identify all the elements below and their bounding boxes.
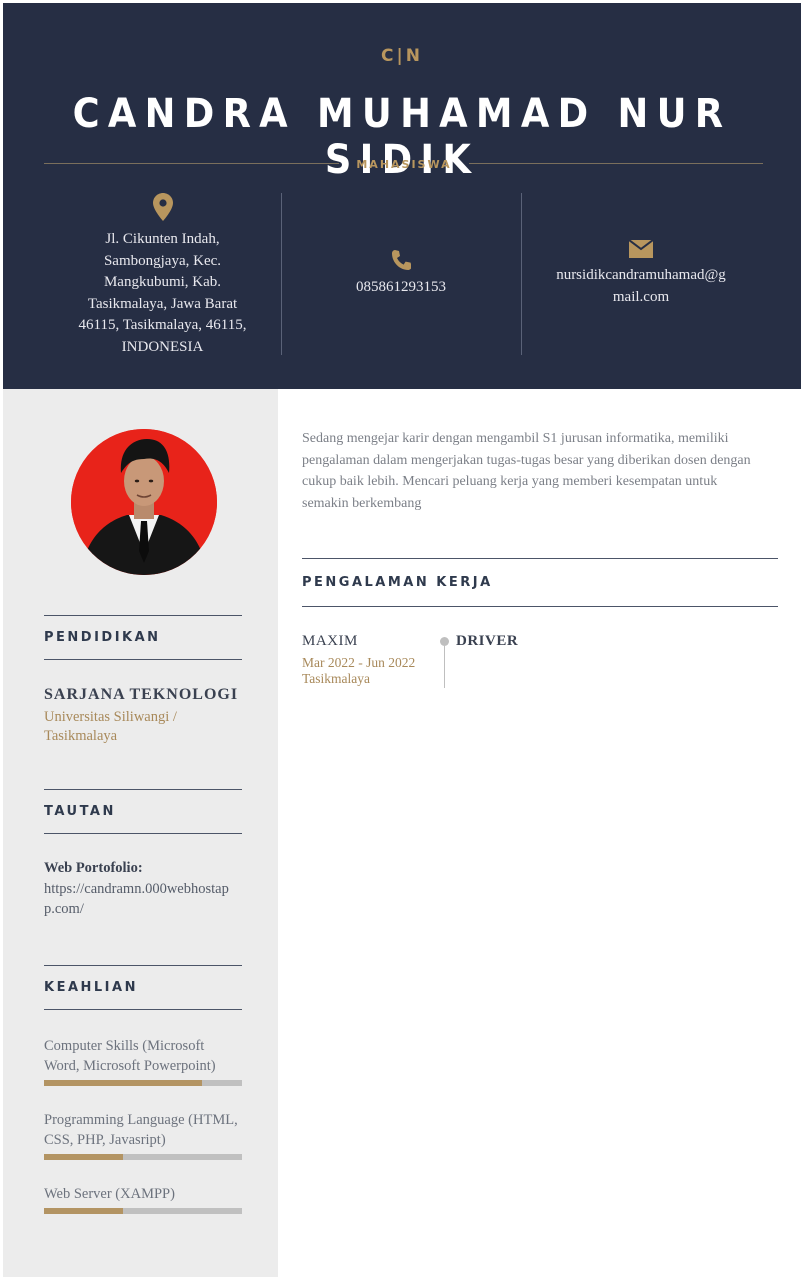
experience-role: DRIVER [456,633,519,649]
map-pin-icon [152,193,173,221]
summary-line: Sedang mengejar karir dengan mengambil S… [302,431,729,446]
phone-icon [392,250,411,270]
profile-summary: Sedang mengejar karir dengan mengambil S… [302,428,780,514]
email-line: nursidikcandramuhamad@g [556,267,726,283]
experience-dates: Mar 2022 - Jun 2022 [302,655,416,670]
resume-header: C|N CANDRA MUHAMAD NUR SIDIK MAHASISWA J… [3,3,801,389]
skill-item: Web Server (XAMPP) [44,1184,242,1214]
skill-name-line: Word, Microsoft Powerpoint) [44,1058,216,1074]
phone-number[interactable]: 085861293153 [303,277,499,299]
email-line: mail.com [612,288,670,305]
skills-section: KEAHLIAN Computer Skills (Microsoft Word… [44,965,242,1214]
timeline-dot [440,637,449,646]
education-school-line: Tasikmalaya [44,728,118,744]
skill-item: Programming Language (HTML, CSS, PHP, Ja… [44,1110,242,1160]
portfolio-label: Web Portofolio: [44,860,143,876]
skill-level-bar [44,1208,242,1214]
skill-name: Web Server (XAMPP) [44,1184,242,1204]
divider [302,558,778,559]
skill-name-line: Computer Skills (Microsoft [44,1038,205,1054]
skill-name: Computer Skills (Microsoft Word, Microso… [44,1036,242,1076]
portfolio-link[interactable]: https://candramn.000webhostap p.com/ [44,879,242,919]
address-line: INDONESIA [121,338,204,355]
experience-meta: Mar 2022 - Jun 2022 Tasikmalaya [302,655,415,687]
experience-company: MAXIM [302,633,358,649]
address-line: Sambongjaya, Kec. [103,252,222,269]
timeline-line [444,646,445,688]
education-school-line: Universitas Siliwangi / [44,709,177,725]
envelope-icon [629,240,653,258]
skills-list: Computer Skills (Microsoft Word, Microso… [44,1036,242,1214]
skill-item: Computer Skills (Microsoft Word, Microso… [44,1036,242,1086]
address-line: 46115, Tasikmalaya, 46115, [78,317,247,333]
phone-block: 085861293153 [303,193,499,355]
divider [44,163,339,164]
address-block: Jl. Cikunten Indah, Sambongjaya, Kec. Ma… [75,193,250,355]
divider [302,606,778,607]
address-line: Mangkubumi, Kab. [103,274,222,290]
education-school: Universitas Siliwangi / Tasikmalaya [44,708,242,746]
address-line: Jl. Cikunten Indah, [105,231,220,247]
portfolio-link-line: https://candramn.000webhostap [44,881,229,897]
monogram: C|N [381,46,423,66]
skill-name-line: CSS, PHP, Javasript) [44,1132,166,1148]
education-degree: SARJANA TEKNOLOGI [44,686,239,703]
vertical-divider [281,193,282,355]
email-address[interactable]: nursidikcandramuhamad@g mail.com [543,265,739,308]
summary-line: semakin berkembang [302,495,422,511]
divider [44,833,242,834]
skill-name-line: Programming Language (HTML, [44,1112,238,1128]
skill-name: Programming Language (HTML, CSS, PHP, Ja… [44,1110,242,1150]
skill-level-bar [44,1154,242,1160]
summary-line: pengalaman dalam mengerjakan tugas-tugas… [302,452,751,468]
address-line: Tasikmalaya, Jawa Barat [87,295,238,312]
education-section: PENDIDIKAN SARJANA TEKNOLOGI Universitas… [44,615,242,746]
experience-title: PENGALAMAN KERJA [302,575,493,590]
links-section: TAUTAN Web Portofolio: https://candramn.… [44,789,242,919]
skill-name-line: Web Server (XAMPP) [44,1186,175,1202]
skill-level-fill [44,1080,203,1086]
skill-level-fill [44,1208,124,1214]
experience-location: Tasikmalaya [302,671,371,686]
divider [469,163,763,164]
profile-photo [71,429,217,575]
vertical-divider [521,193,522,355]
skills-title: KEAHLIAN [44,980,138,995]
skill-level-bar [44,1080,242,1086]
links-title: TAUTAN [44,804,116,819]
sidebar: PENDIDIKAN SARJANA TEKNOLOGI Universitas… [3,389,278,1277]
email-block: nursidikcandramuhamad@g mail.com [543,193,739,355]
skill-level-fill [44,1154,124,1160]
divider [44,1009,242,1010]
summary-line: cukup baik lebih. Mencari peluang kerja … [302,474,718,489]
candidate-role: MAHASISWA [356,158,452,171]
education-title: PENDIDIKAN [44,630,161,645]
divider [44,659,242,660]
portfolio-link-line: p.com/ [44,901,84,917]
